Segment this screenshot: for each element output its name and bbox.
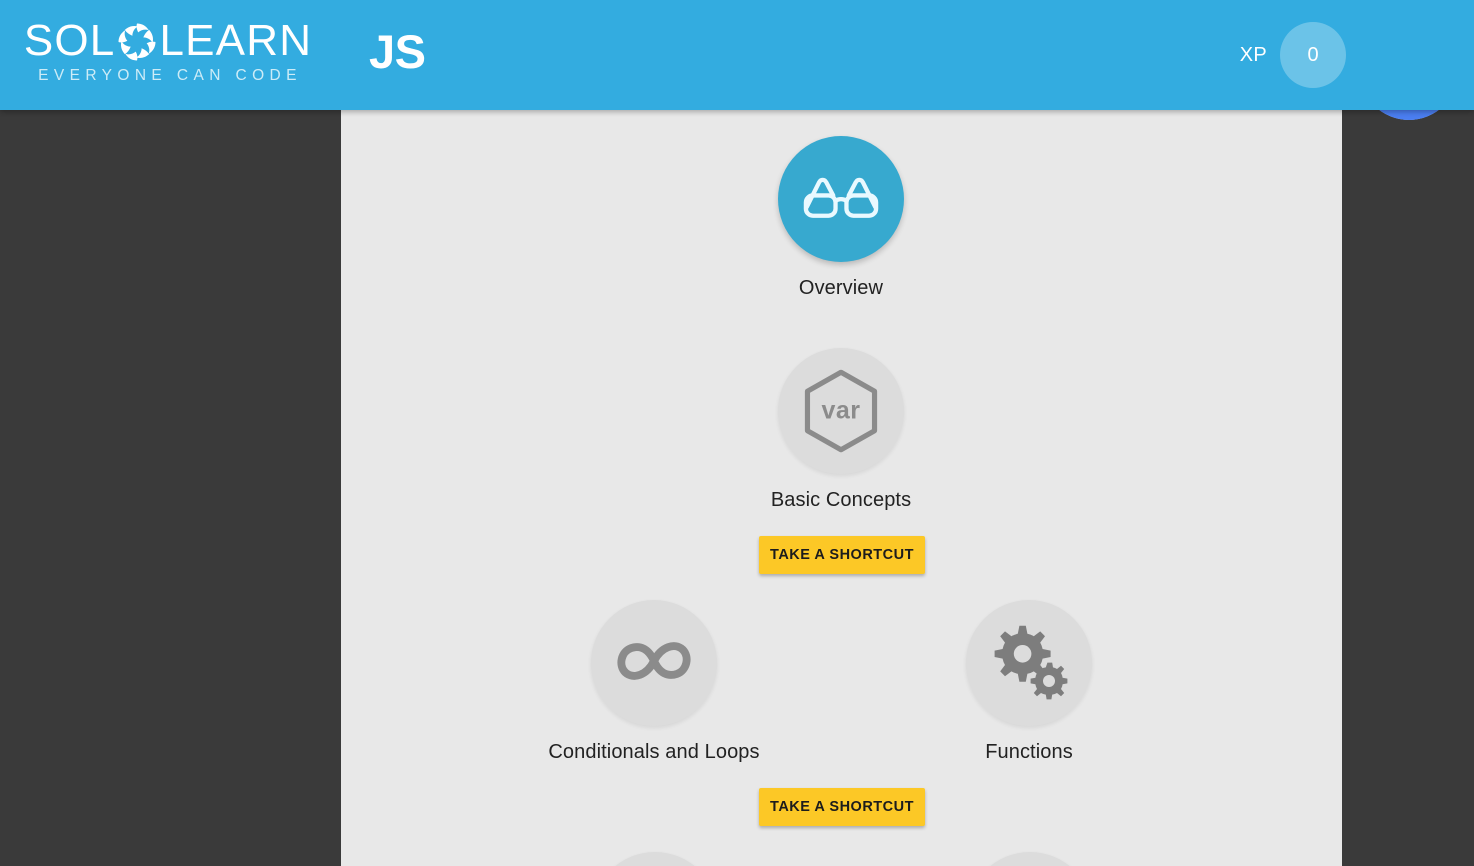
- module-node-basic-concepts[interactable]: var Basic Concepts: [731, 348, 951, 512]
- app-root: SOL LEARN EVERYONE CAN CODE JS XP 0 Over…: [0, 0, 1474, 866]
- aperture-icon: [116, 21, 158, 63]
- module-node-conditionals-and-loops[interactable]: Conditionals and Loops: [544, 600, 764, 764]
- module-label: Overview: [798, 277, 884, 299]
- module-node-overview[interactable]: Overview: [731, 136, 951, 300]
- module-label: Basic Concepts: [770, 489, 912, 511]
- course-map-panel: Overview var Basic Concepts TAKE A SHORT…: [341, 110, 1342, 866]
- infinity-icon: [611, 638, 697, 689]
- var-hexagon-text: var: [821, 396, 861, 425]
- brand-tagline: EVERYONE CAN CODE: [38, 67, 302, 84]
- module-icon-circle-next-right[interactable]: [967, 852, 1093, 866]
- app-header: SOL LEARN EVERYONE CAN CODE JS XP 0: [0, 0, 1474, 110]
- brand-text-left: SOL: [23, 16, 116, 65]
- var-hexagon-icon: var: [798, 368, 884, 454]
- brand-wordmark: SOL LEARN: [22, 18, 314, 64]
- xp-label: XP: [1239, 43, 1267, 66]
- xp-indicator[interactable]: XP 0: [1240, 22, 1346, 88]
- gears-icon: [989, 621, 1069, 706]
- module-node-functions[interactable]: Functions: [919, 600, 1139, 764]
- module-label: Conditionals and Loops: [548, 741, 760, 763]
- take-a-shortcut-button-2[interactable]: TAKE A SHORTCUT: [759, 788, 925, 826]
- sololearn-logo[interactable]: SOL LEARN EVERYONE CAN CODE: [22, 14, 314, 88]
- course-code-title: JS: [369, 25, 426, 78]
- module-icon-circle-next-left[interactable]: [592, 852, 718, 866]
- module-icon-circle[interactable]: [966, 600, 1092, 726]
- module-label: Functions: [985, 741, 1073, 763]
- module-icon-circle[interactable]: [778, 136, 904, 262]
- module-icon-circle[interactable]: [591, 600, 717, 726]
- take-a-shortcut-button-1[interactable]: TAKE A SHORTCUT: [759, 536, 925, 574]
- xp-value-badge: 0: [1280, 22, 1346, 88]
- brand-text-right: LEARN: [159, 16, 313, 65]
- module-icon-circle[interactable]: var: [778, 348, 904, 474]
- glasses-icon: [802, 172, 880, 227]
